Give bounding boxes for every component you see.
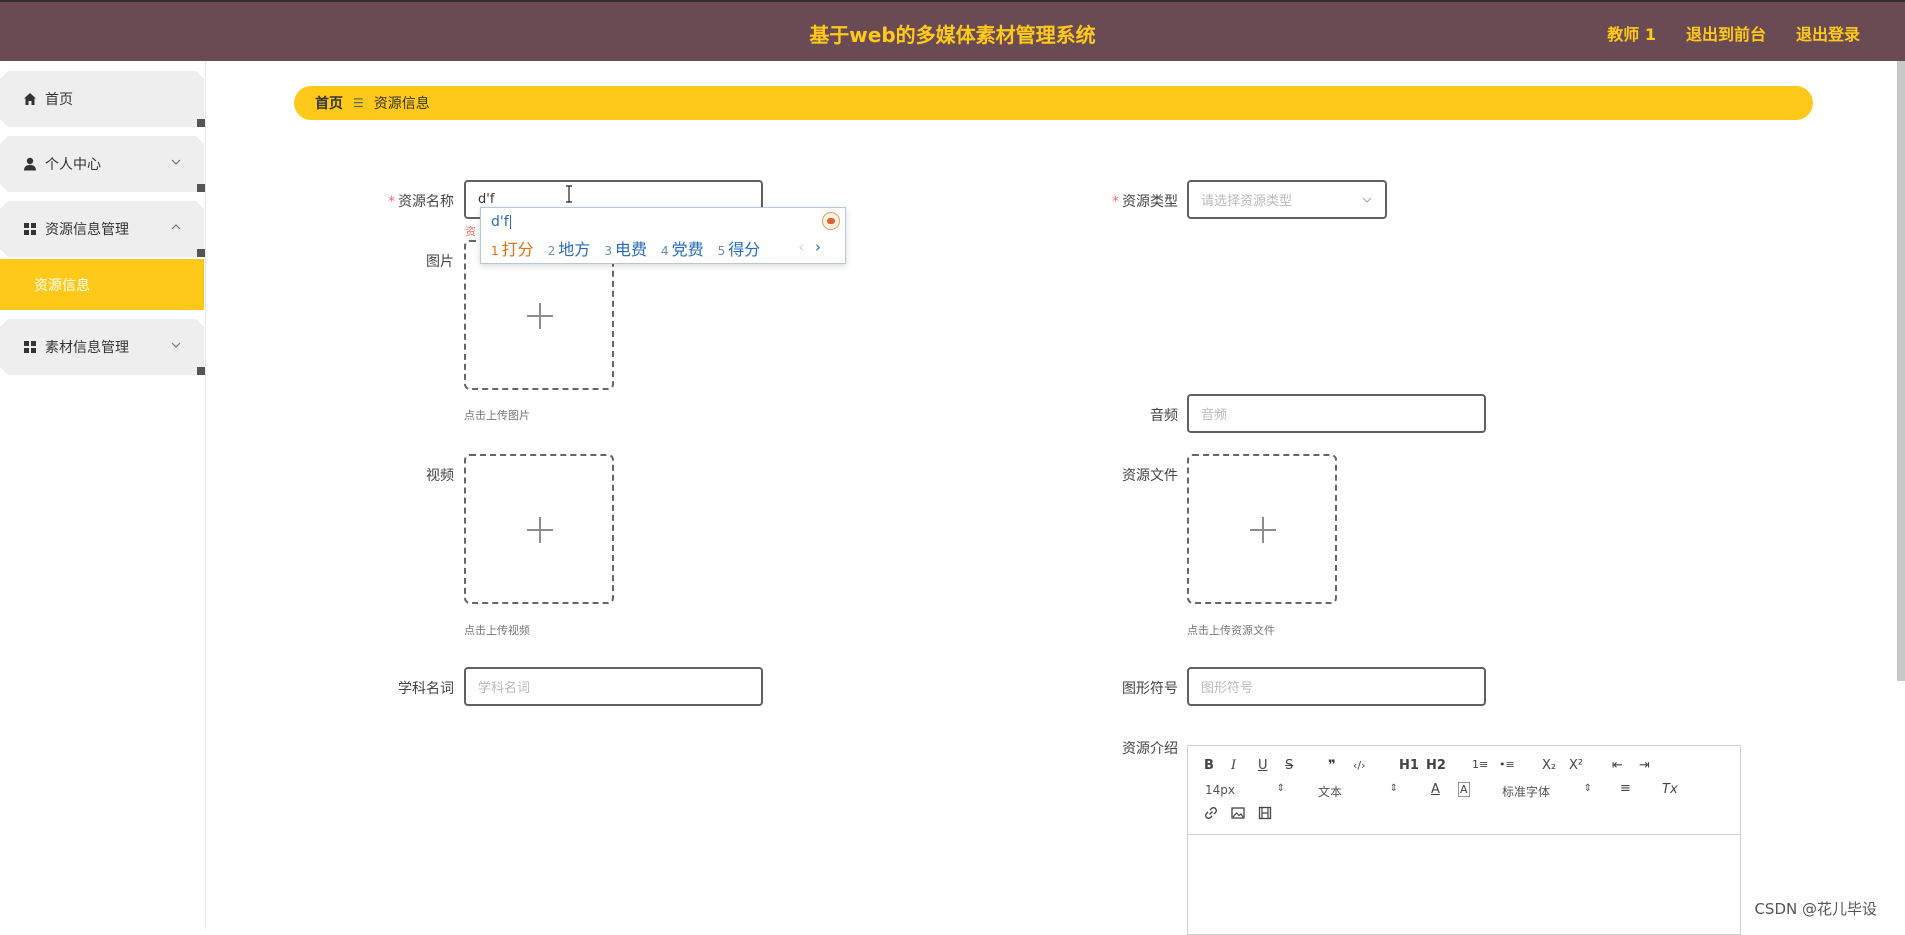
sidebar-item-home[interactable]: 首页 xyxy=(0,71,204,127)
ime-candidates: 1打分 2地方 3电费 4党费 5得分 xyxy=(491,236,760,260)
heading1-button[interactable]: H1 xyxy=(1399,758,1419,773)
sidebar: 首页 个人中心 资源信息管理 资源信息 素材信息管理 xyxy=(0,61,206,929)
ime-candidate[interactable]: 1打分 xyxy=(491,236,534,260)
updown-icon: ⇕ xyxy=(1390,783,1398,794)
image-button[interactable] xyxy=(1231,806,1245,824)
heading2-button[interactable]: H2 xyxy=(1426,758,1446,773)
sidebar-item-label: 首页 xyxy=(45,89,73,109)
editor-toolbar: B I U S ❞ ‹/› H1 H2 1≡ •≡ X₂ X² ⇤ ⇥ 14px… xyxy=(1188,746,1740,835)
resource-type-label: *资源类型 xyxy=(1068,191,1178,211)
video-upload[interactable] xyxy=(464,454,614,604)
page-scrollbar[interactable] xyxy=(1897,61,1905,681)
superscript-button[interactable]: X² xyxy=(1569,758,1583,773)
sidebar-item-personal-center[interactable]: 个人中心 xyxy=(0,136,204,192)
logout-link[interactable]: 退出登录 xyxy=(1796,21,1860,45)
ime-candidate-popup[interactable]: d'f 1打分 2地方 3电费 4党费 5得分 ‹ › xyxy=(480,207,846,264)
italic-button[interactable]: I xyxy=(1231,758,1236,773)
ime-composition: d'f xyxy=(491,214,511,230)
menu-corner-marker xyxy=(197,184,205,192)
chevron-down-icon xyxy=(1361,194,1373,206)
link-button[interactable] xyxy=(1204,806,1218,824)
ime-candidate[interactable]: 5得分 xyxy=(718,236,761,260)
ime-candidate[interactable]: 3电费 xyxy=(604,236,647,260)
indent-button[interactable]: ⇥ xyxy=(1639,758,1650,773)
chevron-down-icon xyxy=(170,339,182,351)
grid-icon xyxy=(22,221,38,237)
sidebar-item-label: 资源信息管理 xyxy=(45,219,129,239)
resource-name-label: *资源名称 xyxy=(344,191,454,211)
header-nav: 教师 1 退出到前台 退出登录 xyxy=(1607,21,1860,45)
image-icon xyxy=(1231,806,1245,820)
blockquote-button[interactable]: ❞ xyxy=(1328,758,1336,773)
audio-input[interactable]: 音频 xyxy=(1187,394,1486,433)
background-color-button[interactable]: A xyxy=(1458,782,1470,797)
ime-candidate[interactable]: 2地方 xyxy=(548,236,591,260)
exit-to-front-link[interactable]: 退出到前台 xyxy=(1686,21,1766,45)
breadcrumb-separator: ☰ xyxy=(353,96,364,110)
updown-icon: ⇕ xyxy=(1277,783,1285,794)
video-button[interactable] xyxy=(1258,806,1272,824)
subject-term-input[interactable]: 学科名词 xyxy=(464,667,763,706)
outdent-button[interactable]: ⇤ xyxy=(1612,758,1623,773)
bullet-list-button[interactable]: •≡ xyxy=(1499,758,1515,771)
menu-corner-marker xyxy=(197,119,205,127)
video-upload-hint: 点击上传视频 xyxy=(464,622,530,638)
underline-button[interactable]: U xyxy=(1258,758,1268,773)
font-color-button[interactable]: A xyxy=(1431,782,1440,797)
home-icon xyxy=(22,91,38,107)
breadcrumb-home[interactable]: 首页 xyxy=(315,93,343,113)
breadcrumb: 首页 ☰ 资源信息 xyxy=(294,86,1813,120)
subject-term-label: 学科名词 xyxy=(344,678,454,698)
resource-intro-label: 资源介绍 xyxy=(1068,738,1178,758)
strikethrough-button[interactable]: S xyxy=(1285,758,1293,773)
resource-file-upload-hint: 点击上传资源文件 xyxy=(1187,622,1275,638)
sidebar-item-material-management[interactable]: 素材信息管理 xyxy=(0,319,204,375)
subscript-button[interactable]: X₂ xyxy=(1542,758,1556,773)
image-label: 图片 xyxy=(344,251,454,271)
bold-button[interactable]: B xyxy=(1204,758,1214,773)
sidebar-subitem-resource-info[interactable]: 资源信息 xyxy=(0,259,204,310)
menu-corner-marker xyxy=(197,249,205,257)
user-name-link[interactable]: 教师 1 xyxy=(1607,21,1656,45)
code-block-button[interactable]: ‹/› xyxy=(1353,759,1366,772)
updown-icon: ⇕ xyxy=(1584,783,1592,794)
chevron-down-icon xyxy=(170,156,182,168)
video-label: 视频 xyxy=(344,465,454,485)
sidebar-item-label: 个人中心 xyxy=(45,154,101,174)
graphic-symbol-label: 图形符号 xyxy=(1068,678,1178,698)
user-icon xyxy=(22,156,38,172)
image-upload-hint: 点击上传图片 xyxy=(464,407,530,423)
chevron-up-icon xyxy=(170,221,182,233)
menu-corner-marker xyxy=(197,367,205,375)
ordered-list-button[interactable]: 1≡ xyxy=(1472,758,1488,771)
rich-text-editor[interactable]: B I U S ❞ ‹/› H1 H2 1≡ •≡ X₂ X² ⇤ ⇥ 14px… xyxy=(1187,745,1741,935)
align-button[interactable]: ≡ xyxy=(1620,781,1631,796)
text-cursor-icon xyxy=(564,185,574,203)
clear-format-button[interactable]: Tx xyxy=(1662,782,1678,797)
grid-icon xyxy=(22,339,38,355)
link-icon xyxy=(1204,806,1218,820)
top-header: 基于web的多媒体素材管理系统 教师 1 退出到前台 退出登录 xyxy=(0,0,1905,61)
block-type-select[interactable]: 文本⇕ xyxy=(1318,783,1398,800)
graphic-symbol-input[interactable]: 图形符号 xyxy=(1187,667,1486,706)
ime-candidate[interactable]: 4党费 xyxy=(661,236,704,260)
ime-logo-icon xyxy=(822,212,840,230)
resource-type-select[interactable]: 请选择资源类型 xyxy=(1187,180,1387,219)
ime-next-page[interactable]: › xyxy=(815,238,821,256)
ime-prev-page[interactable]: ‹ xyxy=(798,238,804,256)
sidebar-item-label: 素材信息管理 xyxy=(45,337,129,357)
resource-name-error: 资 xyxy=(465,223,476,239)
film-icon xyxy=(1258,806,1272,820)
resource-file-upload[interactable] xyxy=(1187,454,1337,604)
audio-label: 音频 xyxy=(1068,405,1178,425)
breadcrumb-current: 资源信息 xyxy=(374,93,430,113)
sidebar-item-resource-management[interactable]: 资源信息管理 xyxy=(0,201,204,257)
font-family-select[interactable]: 标准字体⇕ xyxy=(1502,783,1592,800)
resource-file-label: 资源文件 xyxy=(1068,465,1178,485)
watermark: CSDN @花儿毕设 xyxy=(1754,898,1877,919)
ime-page-arrows: ‹ › xyxy=(798,238,821,256)
font-size-select[interactable]: 14px⇕ xyxy=(1205,783,1285,797)
